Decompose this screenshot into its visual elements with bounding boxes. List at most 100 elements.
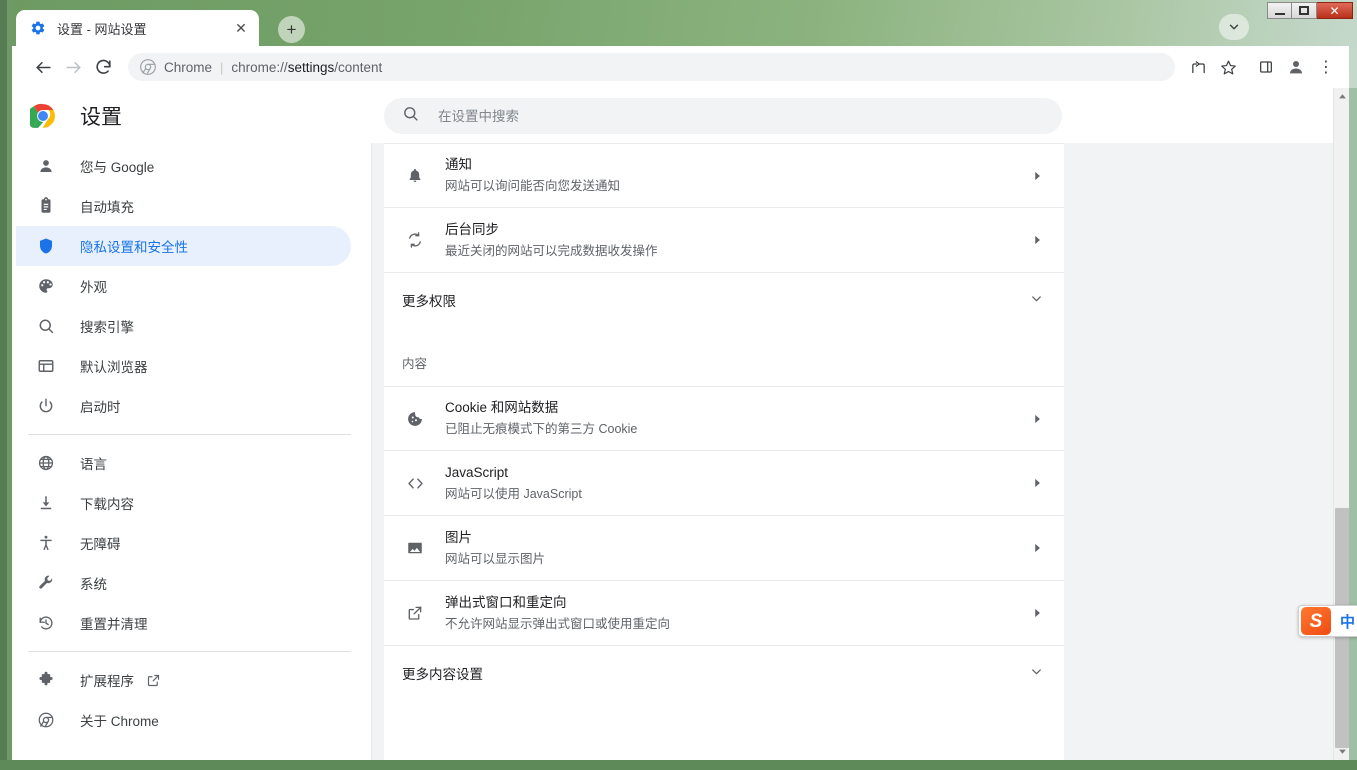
setting-row-text: 弹出式窗口和重定向 不允许网站显示弹出式窗口或使用重定向 <box>445 582 1030 645</box>
bell-icon <box>405 166 425 186</box>
setting-row-text: 后台同步 最近关闭的网站可以完成数据收发操作 <box>445 209 1030 272</box>
setting-row-background-sync[interactable]: 后台同步 最近关闭的网站可以完成数据收发操作 <box>384 208 1064 273</box>
sidebar-item-label: 默认浏览器 <box>80 360 148 375</box>
minimize-icon <box>1274 12 1285 15</box>
sidebar-item-label: 无障碍 <box>80 537 121 552</box>
side-panel-icon[interactable] <box>1251 52 1281 82</box>
settings-search-box[interactable] <box>384 98 1062 134</box>
window-frame-right <box>1349 88 1357 760</box>
setting-row-title: JavaScript <box>445 464 509 480</box>
page-scrollbar[interactable] <box>1333 88 1349 760</box>
sidebar-item-search-engine[interactable]: 搜索引擎 <box>16 306 351 346</box>
chevron-down-icon[interactable] <box>1029 664 1044 682</box>
back-button[interactable] <box>28 52 58 82</box>
sidebar-item-about-chrome[interactable]: 关于 Chrome <box>16 700 351 740</box>
browser-icon <box>36 356 56 376</box>
scrollbar-down-button[interactable] <box>1334 743 1349 760</box>
sidebar-item-system[interactable]: 系统 <box>16 563 351 603</box>
setting-row-subtitle: 网站可以使用 JavaScript <box>445 486 582 501</box>
cookie-icon <box>405 409 425 429</box>
chevron-right-icon[interactable] <box>1030 606 1044 620</box>
close-window-button[interactable]: ✕ <box>1317 2 1353 19</box>
ime-mode-toggle[interactable]: 中 <box>1340 611 1355 632</box>
shield-icon <box>36 236 56 256</box>
setting-row-popups-and-redirects[interactable]: 弹出式窗口和重定向 不允许网站显示弹出式窗口或使用重定向 <box>384 581 1064 646</box>
search-input[interactable] <box>438 108 1044 124</box>
chevron-right-icon[interactable] <box>1030 541 1044 555</box>
sidebar-item-label: 重置并清理 <box>80 617 148 632</box>
address-bar[interactable]: Chrome | chrome://settings/content <box>128 53 1175 81</box>
sidebar-item-appearance[interactable]: 外观 <box>16 266 351 306</box>
sidebar-item-extensions[interactable]: 扩展程序 <box>16 660 351 700</box>
setting-row-notifications[interactable]: 通知 网站可以询问能否向您发送通知 <box>384 143 1064 208</box>
ime-floating-bar[interactable]: S 中 ◂ <box>1298 605 1357 637</box>
sidebar-item-languages[interactable]: 语言 <box>16 443 351 483</box>
chevron-down-icon[interactable] <box>1029 291 1044 309</box>
maximize-button[interactable] <box>1292 2 1317 19</box>
search-icon <box>36 316 56 336</box>
setting-row-images[interactable]: 图片 网站可以显示图片 <box>384 516 1064 581</box>
sidebar-item-label: 扩展程序 <box>80 674 134 689</box>
setting-row-subtitle: 不允许网站显示弹出式窗口或使用重定向 <box>445 616 671 631</box>
new-tab-button[interactable]: + <box>278 16 305 43</box>
image-icon <box>405 538 425 558</box>
external-link-icon <box>146 673 161 688</box>
browser-toolbar: Chrome | chrome://settings/content ⋮ <box>12 46 1349 88</box>
profile-icon[interactable] <box>1281 52 1311 82</box>
chevron-right-icon[interactable] <box>1030 476 1044 490</box>
more-permissions-expander[interactable]: 更多权限 <box>384 273 1064 327</box>
star-icon[interactable] <box>1213 52 1243 82</box>
setting-row-subtitle: 网站可以询问能否向您发送通知 <box>445 179 621 193</box>
sidebar-item-label: 外观 <box>80 280 107 295</box>
sidebar-item-accessibility[interactable]: 无障碍 <box>16 523 351 563</box>
chrome-icon <box>140 59 156 75</box>
sidebar-item-downloads[interactable]: 下载内容 <box>16 483 351 523</box>
tab-title: 设置 - 网站设置 <box>57 21 147 37</box>
chevron-right-icon[interactable] <box>1030 412 1044 426</box>
tab-strip: 设置 - 网站设置 ✕ + <box>12 0 1357 46</box>
setting-row-text: Cookie 和网站数据 已阻止无痕模式下的第三方 Cookie <box>445 387 1030 450</box>
setting-row-javascript[interactable]: JavaScript 网站可以使用 JavaScript <box>384 451 1064 516</box>
settings-content-scroll-area[interactable]: 通知 网站可以询问能否向您发送通知 后台同步 最近关闭的网站可以完成数据收发操作… <box>372 143 1349 760</box>
setting-row-subtitle: 最近关闭的网站可以完成数据收发操作 <box>445 243 658 258</box>
sidebar-item-label: 语言 <box>80 457 107 472</box>
sidebar-item-label: 启动时 <box>80 400 121 415</box>
tab-close-button[interactable]: ✕ <box>231 18 251 38</box>
settings-header: 设置 <box>12 88 1349 143</box>
browser-menu-button[interactable]: ⋮ <box>1311 52 1341 82</box>
tab-settings[interactable]: 设置 - 网站设置 ✕ <box>16 10 259 46</box>
chevron-right-icon[interactable] <box>1030 169 1044 183</box>
setting-row-cookies[interactable]: Cookie 和网站数据 已阻止无痕模式下的第三方 Cookie <box>384 386 1064 451</box>
browser-window: ✕ 设置 - 网站设置 ✕ + Chrome | chrome://settin… <box>0 0 1357 770</box>
sidebar-item-reset-and-cleanup[interactable]: 重置并清理 <box>16 603 351 643</box>
sidebar-item-on-startup[interactable]: 启动时 <box>16 386 351 426</box>
minimize-button[interactable] <box>1267 2 1292 19</box>
chrome-logo-icon <box>26 103 56 129</box>
code-icon <box>405 473 425 493</box>
sidebar-item-autofill[interactable]: 自动填充 <box>16 186 351 226</box>
palette-icon <box>36 276 56 296</box>
more-permissions-label: 更多权限 <box>402 294 456 309</box>
sogou-ime-logo-icon[interactable]: S <box>1301 607 1331 635</box>
forward-button[interactable] <box>58 52 88 82</box>
share-icon[interactable] <box>1183 52 1213 82</box>
sidebar-divider-2 <box>28 651 351 652</box>
setting-row-title: 通知 <box>445 157 472 172</box>
omnibox-url-strong: settings <box>287 59 335 75</box>
sidebar-item-default-browser[interactable]: 默认浏览器 <box>16 346 351 386</box>
sidebar-item-you-and-google[interactable]: 您与 Google <box>16 146 351 186</box>
wrench-icon <box>36 573 56 593</box>
window-controls: ✕ <box>1267 2 1353 19</box>
more-content-settings-expander[interactable]: 更多内容设置 <box>384 646 1064 700</box>
setting-row-text: 通知 网站可以询问能否向您发送通知 <box>445 144 1030 207</box>
reload-button[interactable] <box>88 52 118 82</box>
search-icon <box>402 105 420 127</box>
chevron-right-icon[interactable] <box>1030 233 1044 247</box>
scrollbar-up-button[interactable] <box>1334 88 1349 105</box>
tab-search-button[interactable] <box>1219 14 1249 40</box>
sidebar-item-privacy-and-security[interactable]: 隐私设置和安全性 <box>16 226 351 266</box>
sidebar-item-label: 系统 <box>80 577 107 592</box>
setting-row-title: 图片 <box>445 529 472 545</box>
restore-icon <box>36 613 56 633</box>
settings-sidebar: 您与 Google 自动填充 隐私设置和安全性 外观 搜索引擎 默认浏览器 启动… <box>12 143 372 760</box>
